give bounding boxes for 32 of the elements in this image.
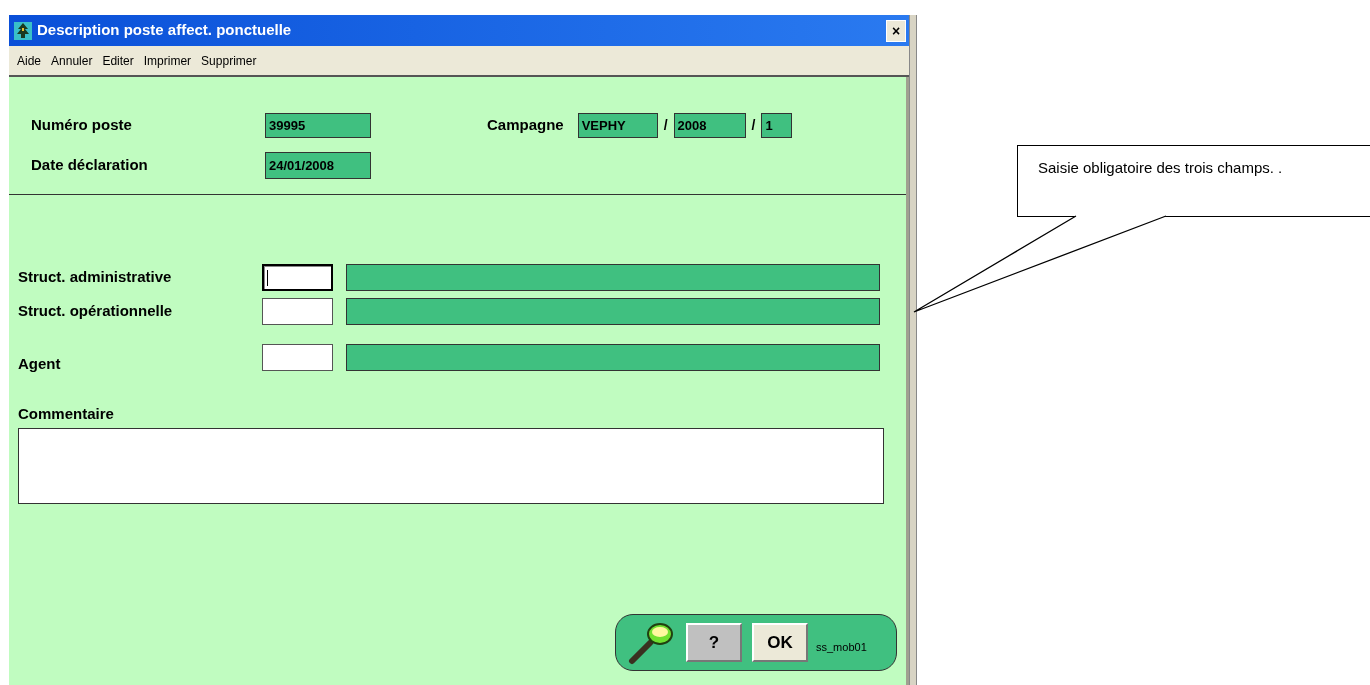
text-cursor bbox=[267, 269, 268, 286]
window-title: Description poste affect. ponctuelle bbox=[37, 20, 293, 41]
menu-item[interactable]: Annuler bbox=[51, 51, 93, 70]
help-button[interactable]: ? bbox=[686, 623, 742, 662]
field-label: Date déclaration bbox=[31, 155, 149, 176]
comment-field[interactable] bbox=[18, 428, 884, 504]
code-field[interactable] bbox=[262, 264, 333, 291]
menu-item[interactable]: Aide bbox=[17, 51, 42, 70]
number-field[interactable]: 39995 bbox=[265, 113, 371, 138]
form-code: ss_mob01 bbox=[816, 640, 867, 656]
close-button[interactable]: × bbox=[886, 19, 906, 42]
field-label: Struct. administrative bbox=[18, 267, 173, 288]
magnifier-icon[interactable] bbox=[628, 620, 676, 665]
callout-text: Saisie obligatoire des trois champs. . bbox=[1017, 145, 1370, 217]
campaign-field[interactable]: VEPHY bbox=[577, 113, 658, 138]
ok-button[interactable]: OK bbox=[752, 623, 808, 662]
tree-icon bbox=[14, 21, 32, 40]
date-field[interactable]: 24/01/2008 bbox=[265, 152, 371, 179]
field-label: Campagne bbox=[487, 115, 564, 136]
field-label: Agent bbox=[18, 354, 62, 374]
menu-item[interactable]: Imprimer bbox=[143, 51, 192, 70]
field-label: Numéro poste bbox=[31, 115, 133, 136]
separator-text: / bbox=[663, 116, 668, 135]
code-field[interactable] bbox=[262, 344, 333, 371]
separator-text: / bbox=[751, 116, 756, 135]
campaign-field[interactable]: 2008 bbox=[673, 113, 746, 138]
menu-item[interactable]: Supprimer bbox=[201, 51, 257, 70]
field-label: Commentaire bbox=[18, 403, 115, 424]
menu-item[interactable]: Editer bbox=[102, 51, 134, 70]
campaign-field[interactable]: 1 bbox=[761, 113, 793, 138]
field-label: Struct. opérationnelle bbox=[18, 301, 174, 322]
code-field[interactable] bbox=[262, 298, 333, 325]
